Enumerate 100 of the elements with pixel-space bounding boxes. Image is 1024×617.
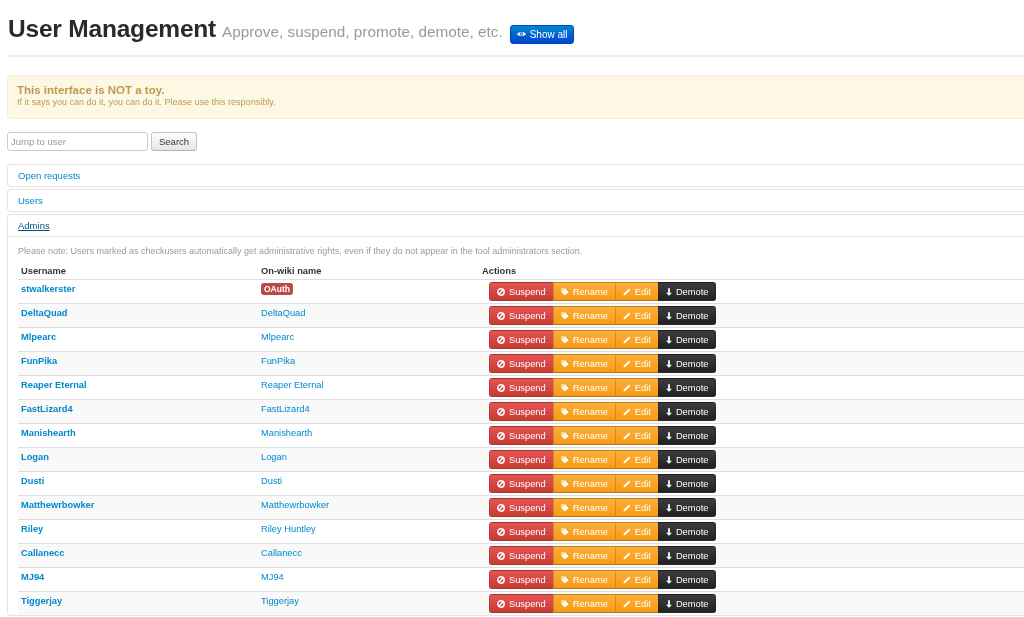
demote-button[interactable]: Demote	[657, 546, 717, 565]
on-wiki-name-link[interactable]: MJ94	[261, 571, 284, 584]
on-wiki-name-link[interactable]: Manishearth	[261, 427, 313, 440]
demote-button[interactable]: Demote	[657, 498, 717, 517]
edit-button[interactable]: Edit	[614, 474, 659, 493]
rename-button[interactable]: Rename	[552, 594, 616, 613]
pencil-icon	[622, 311, 631, 320]
demote-button[interactable]: Demote	[657, 330, 717, 349]
username-link[interactable]: Dusti	[21, 475, 45, 488]
edit-button[interactable]: Edit	[614, 282, 659, 301]
suspend-button[interactable]: Suspend	[489, 378, 554, 397]
rename-button[interactable]: Rename	[552, 378, 616, 397]
demote-button[interactable]: Demote	[657, 378, 717, 397]
rename-button[interactable]: Rename	[552, 546, 616, 565]
section-header-link[interactable]: Open requests	[18, 170, 81, 181]
suspend-button[interactable]: Suspend	[489, 546, 554, 565]
demote-button[interactable]: Demote	[657, 282, 717, 301]
demote-button[interactable]: Demote	[657, 522, 717, 541]
rename-button[interactable]: Rename	[552, 306, 616, 325]
ban-icon	[497, 455, 505, 464]
edit-button[interactable]: Edit	[614, 570, 659, 589]
ban-icon	[497, 383, 505, 392]
username-link[interactable]: Manishearth	[21, 427, 76, 440]
page-subtitle: Approve, suspend, promote, demote, etc.	[222, 23, 503, 41]
rename-button[interactable]: Rename	[552, 330, 616, 349]
section-header-link[interactable]: Admins	[18, 220, 50, 231]
rename-button[interactable]: Rename	[552, 426, 616, 445]
username-link[interactable]: MJ94	[21, 571, 45, 584]
section-header-link[interactable]: Users	[18, 195, 43, 206]
search-field[interactable]: Jump to user	[7, 132, 148, 151]
down-arrow-icon	[665, 359, 672, 368]
suspend-button[interactable]: Suspend	[489, 330, 554, 349]
on-wiki-name-link[interactable]: Tiggerjay	[261, 595, 299, 608]
demote-button[interactable]: Demote	[657, 354, 717, 373]
edit-button[interactable]: Edit	[614, 306, 659, 325]
on-wiki-name-link[interactable]: Reaper Eternal	[261, 379, 324, 392]
on-wiki-name-link[interactable]: FunPika	[261, 355, 296, 368]
username-link[interactable]: FunPika	[21, 355, 58, 368]
suspend-button[interactable]: Suspend	[489, 570, 554, 589]
suspend-button[interactable]: Suspend	[489, 450, 554, 469]
suspend-button[interactable]: Suspend	[489, 474, 554, 493]
username-link[interactable]: Matthewrbowker	[21, 499, 95, 512]
edit-button[interactable]: Edit	[614, 522, 659, 541]
suspend-button[interactable]: Suspend	[489, 522, 554, 541]
suspend-button[interactable]: Suspend	[489, 402, 554, 421]
edit-button[interactable]: Edit	[614, 354, 659, 373]
on-wiki-name-link[interactable]: DeltaQuad	[261, 307, 306, 320]
edit-button[interactable]: Edit	[614, 426, 659, 445]
username-link[interactable]: Reaper Eternal	[21, 379, 87, 392]
username-link[interactable]: Riley	[21, 523, 44, 536]
username-link[interactable]: stwalkerster	[21, 283, 76, 296]
edit-button[interactable]: Edit	[614, 378, 659, 397]
on-wiki-name-link[interactable]: Logan	[261, 451, 287, 464]
down-arrow-icon	[665, 311, 672, 320]
edit-button[interactable]: Edit	[614, 594, 659, 613]
rename-button[interactable]: Rename	[552, 354, 616, 373]
username-link[interactable]: Callanecc	[21, 547, 65, 560]
suspend-button[interactable]: Suspend	[489, 282, 554, 301]
demote-button[interactable]: Demote	[657, 402, 717, 421]
demote-button[interactable]: Demote	[657, 570, 717, 589]
suspend-button[interactable]: Suspend	[489, 426, 554, 445]
suspend-button[interactable]: Suspend	[489, 594, 554, 613]
search-button[interactable]: Search	[151, 132, 198, 151]
username-link[interactable]: Logan	[21, 451, 49, 464]
on-wiki-name-link[interactable]: Callanecc	[261, 547, 302, 560]
rename-button[interactable]: Rename	[552, 570, 616, 589]
username-link[interactable]: FastLizard4	[21, 403, 73, 416]
rename-button[interactable]: Rename	[552, 450, 616, 469]
suspend-button[interactable]: Suspend	[489, 306, 554, 325]
on-wiki-name-link[interactable]: Mlpearc	[261, 331, 295, 344]
on-wiki-name-link[interactable]: Dusti	[261, 475, 283, 488]
page-title: User Management	[8, 14, 217, 44]
edit-button[interactable]: Edit	[614, 402, 659, 421]
demote-button[interactable]: Demote	[657, 450, 717, 469]
rename-button[interactable]: Rename	[552, 498, 616, 517]
username-link[interactable]: DeltaQuad	[21, 307, 68, 320]
on-wiki-name-link[interactable]: Riley Huntley	[261, 523, 316, 536]
on-wiki-name-link[interactable]: Matthewrbowker	[261, 499, 330, 512]
on-wiki-name-link[interactable]: FastLizard4	[261, 403, 310, 416]
rename-button[interactable]: Rename	[552, 402, 616, 421]
pencil-icon	[622, 287, 631, 296]
pencil-icon	[622, 359, 631, 368]
rename-button[interactable]: Rename	[552, 474, 616, 493]
demote-button[interactable]: Demote	[657, 306, 717, 325]
demote-button[interactable]: Demote	[657, 474, 717, 493]
edit-button[interactable]: Edit	[614, 546, 659, 565]
edit-button[interactable]: Edit	[614, 498, 659, 517]
rename-button[interactable]: Rename	[552, 282, 616, 301]
username-link[interactable]: Tiggerjay	[21, 595, 63, 608]
username-link[interactable]: Mlpearc	[21, 331, 57, 344]
demote-button[interactable]: Demote	[657, 594, 717, 613]
demote-button[interactable]: Demote	[657, 426, 717, 445]
tag-icon	[560, 407, 569, 416]
edit-button[interactable]: Edit	[614, 450, 659, 469]
rename-button[interactable]: Rename	[552, 522, 616, 541]
show-all-button[interactable]: Show all	[509, 24, 575, 44]
edit-button[interactable]: Edit	[614, 330, 659, 349]
down-arrow-icon	[665, 479, 672, 488]
suspend-button[interactable]: Suspend	[489, 498, 554, 517]
suspend-button[interactable]: Suspend	[489, 354, 554, 373]
